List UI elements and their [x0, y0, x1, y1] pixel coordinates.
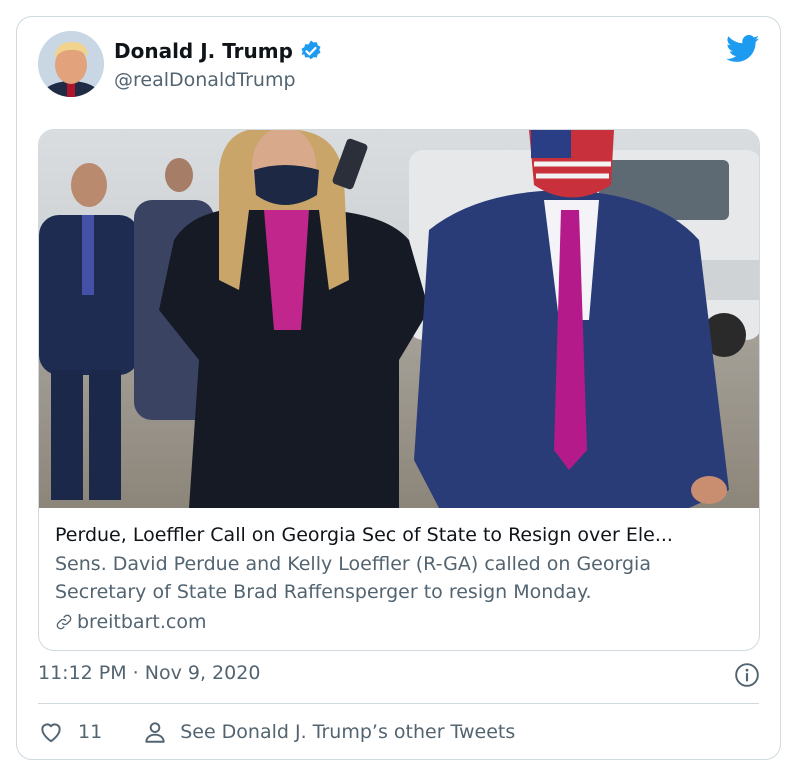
- person-icon: [145, 722, 165, 743]
- link-card-text: Perdue, Loeffler Call on Georgia Sec of …: [55, 522, 745, 636]
- author-name[interactable]: Donald J. Trump: [114, 39, 323, 63]
- divider: [38, 703, 759, 704]
- link-card-title[interactable]: Perdue, Loeffler Call on Georgia Sec of …: [55, 522, 745, 548]
- article-photo: [39, 130, 759, 508]
- see-other-tweets-button[interactable]: See Donald J. Trump’s other Tweets: [142, 719, 515, 745]
- author-name-text[interactable]: Donald J. Trump: [114, 39, 293, 63]
- link-card-domain[interactable]: breitbart.com: [55, 608, 745, 636]
- verified-badge-icon: [301, 40, 321, 60]
- heart-icon[interactable]: [38, 719, 64, 745]
- info-icon[interactable]: [734, 662, 760, 688]
- avatar[interactable]: [38, 31, 104, 97]
- author-handle[interactable]: @realDonaldTrump: [114, 69, 296, 91]
- tweet-actions: 11 See Donald J. Trump’s other Tweets: [38, 719, 515, 745]
- like-button[interactable]: 11: [38, 719, 102, 745]
- link-icon: [56, 614, 72, 630]
- link-card[interactable]: Perdue, Loeffler Call on Georgia Sec of …: [38, 129, 760, 651]
- tweet-timestamp[interactable]: 11:12 PM · Nov 9, 2020: [38, 662, 260, 684]
- link-card-domain-text[interactable]: breitbart.com: [77, 608, 206, 636]
- like-count: 11: [78, 721, 103, 743]
- embedded-tweet: Donald J. Trump @realDonaldTrump Perdue,…: [16, 16, 781, 760]
- twitter-bird-icon[interactable]: [726, 35, 760, 63]
- see-other-tweets-label[interactable]: See Donald J. Trump’s other Tweets: [180, 721, 515, 743]
- link-card-description: Sens. David Perdue and Kelly Loeffler (R…: [55, 553, 651, 603]
